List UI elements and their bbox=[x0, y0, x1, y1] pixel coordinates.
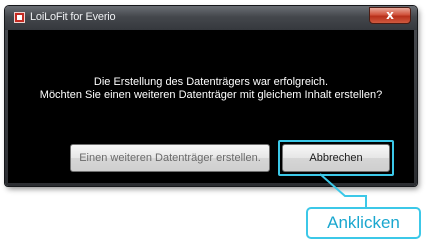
title-bar: LoiLoFit for Everio x bbox=[5, 6, 417, 30]
dialog-message: Die Erstellung des Datenträgers war erfo… bbox=[8, 76, 414, 102]
click-here-callout: Anklicken bbox=[306, 207, 421, 239]
dialog-window: LoiLoFit for Everio x Die Erstellung des… bbox=[5, 6, 417, 186]
message-line-1: Die Erstellung des Datenträgers war erfo… bbox=[93, 76, 329, 88]
screenshot-stage: LoiLoFit for Everio x Die Erstellung des… bbox=[0, 0, 434, 242]
cancel-button[interactable]: Abbrechen bbox=[282, 144, 390, 172]
window-title: LoiLoFit for Everio bbox=[30, 11, 116, 23]
create-another-disc-button[interactable]: Einen weiteren Datenträger erstellen. bbox=[70, 144, 270, 172]
close-button[interactable]: x bbox=[369, 7, 411, 24]
message-line-2: Möchten Sie einen weiteren Datenträger m… bbox=[39, 89, 383, 101]
dialog-body: Die Erstellung des Datenträgers war erfo… bbox=[8, 30, 414, 183]
app-logo-icon bbox=[14, 12, 25, 23]
